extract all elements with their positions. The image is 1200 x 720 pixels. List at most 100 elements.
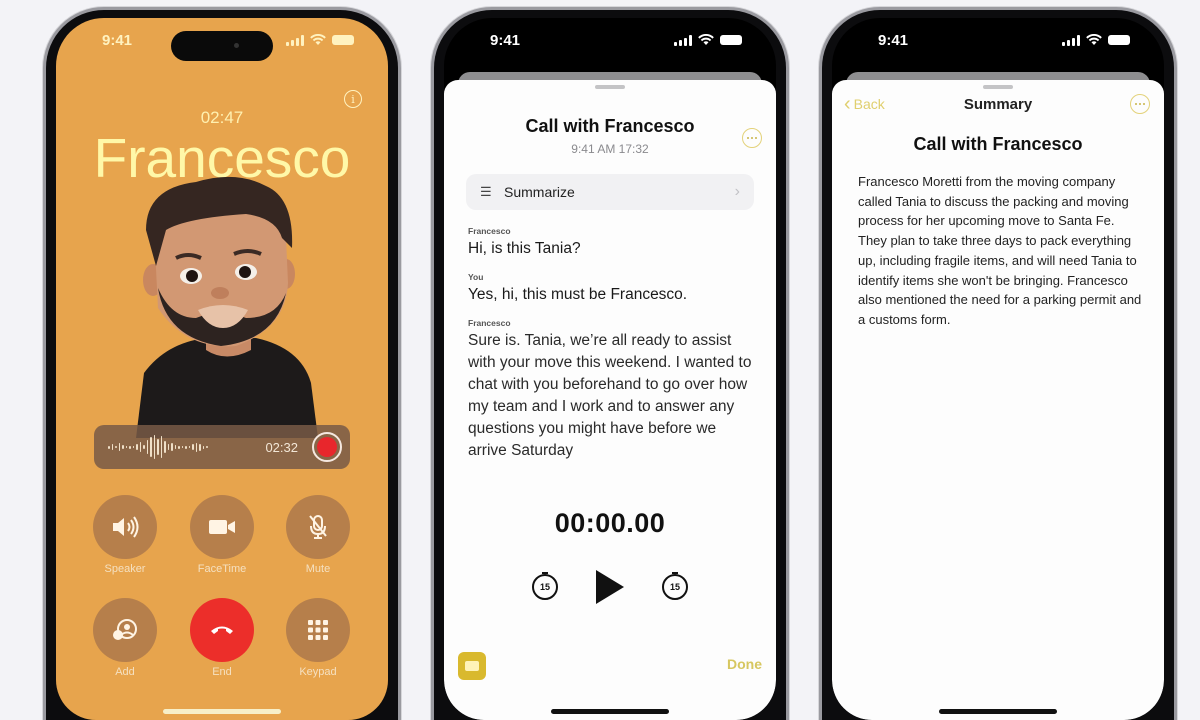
battery-icon	[332, 35, 354, 45]
speech-bubble-icon	[465, 661, 479, 671]
home-indicator[interactable]	[551, 709, 669, 714]
status-icons	[286, 34, 354, 46]
chevron-right-icon: ›	[734, 183, 740, 200]
transcript-entry: Francesco Sure is. Tania, we’re all read…	[468, 318, 758, 462]
mute-label: Mute	[305, 563, 331, 575]
waveform-bar	[129, 445, 131, 449]
end-call-button[interactable]: End	[190, 598, 254, 678]
playback-controls: 15 15	[444, 570, 776, 604]
waveform-bar	[157, 439, 159, 455]
audio-waveform	[108, 432, 265, 462]
waveform-bar	[164, 441, 166, 453]
done-button[interactable]: Done	[727, 656, 762, 672]
message-text: Yes, hi, this must be Francesco.	[468, 286, 688, 303]
waveform-bar	[125, 446, 127, 448]
status-bar: 9:41	[832, 18, 1164, 62]
status-time: 9:41	[878, 31, 909, 49]
contact-memoji-avatar	[136, 176, 318, 438]
stop-recording-button[interactable]	[312, 432, 342, 462]
signal-icon	[1062, 34, 1080, 46]
waveform-bar	[139, 442, 141, 452]
keypad-label: Keypad	[299, 666, 337, 678]
skip-forward-15-button[interactable]: 15	[662, 572, 688, 600]
speaker-label: Speaker	[104, 563, 146, 575]
home-indicator[interactable]	[163, 709, 281, 714]
message-text: Hi, is this Tania?	[468, 240, 581, 257]
add-label: Add	[115, 666, 135, 678]
more-options-button[interactable]	[1130, 94, 1150, 114]
sheet-grabber[interactable]	[595, 85, 625, 89]
summary-text: Francesco Moretti from the moving compan…	[858, 174, 1142, 327]
call-recording-bar: 02:32	[94, 425, 350, 469]
waveform-bar	[206, 446, 208, 448]
facetime-label: FaceTime	[197, 563, 247, 575]
waveform-bar	[185, 445, 187, 449]
transcript-sheet: Call with Francesco 9:41 AM 17:32 ☰ Summ…	[444, 80, 776, 720]
waveform-bar	[136, 444, 138, 450]
record-icon	[317, 437, 337, 457]
mute-button[interactable]: Mute	[286, 495, 350, 575]
signal-icon	[286, 34, 304, 46]
waveform-bar	[178, 445, 180, 449]
summarize-label: Summarize	[504, 184, 575, 200]
status-time: 9:41	[102, 31, 133, 49]
waveform-bar	[167, 444, 169, 450]
nav-title: Summary	[963, 96, 1033, 113]
wifi-icon	[310, 34, 326, 45]
info-icon[interactable]: i	[344, 90, 362, 108]
waveform-bar	[171, 443, 173, 451]
phone-transcript-screen: 9:41 Call with Francesco 9:41 AM 17:32 ☰…	[434, 10, 786, 720]
transcript-list: Francesco Hi, is this Tania? You Yes, hi…	[468, 226, 758, 474]
add-call-button[interactable]: Add	[93, 598, 157, 678]
speaker-name: Francesco	[468, 318, 511, 328]
summary-title: Call with Francesco	[913, 134, 1083, 154]
transcript-screen: 9:41 Call with Francesco 9:41 AM 17:32 ☰…	[444, 18, 776, 720]
video-icon	[209, 520, 235, 534]
message-text: Sure is. Tania, we’re all ready to assis…	[468, 332, 752, 459]
waveform-bar	[160, 436, 162, 458]
waveform-bar	[132, 446, 134, 448]
battery-icon	[720, 35, 742, 45]
speaker-button[interactable]: Speaker	[93, 495, 157, 575]
waveform-bar	[202, 445, 204, 449]
waveform-bar	[118, 443, 120, 451]
home-indicator[interactable]	[939, 709, 1057, 714]
transcript-entry: Francesco Hi, is this Tania?	[468, 226, 758, 260]
waveform-bar	[115, 446, 117, 448]
call-duration: 02:47	[200, 108, 244, 127]
status-icons	[1062, 34, 1130, 46]
waveform-bar	[150, 437, 152, 457]
sheet-grabber[interactable]	[983, 85, 1013, 89]
speaker-icon	[113, 516, 139, 538]
transcript-title: Call with Francesco	[525, 116, 695, 136]
waveform-bar	[122, 445, 124, 449]
waveform-bar	[108, 445, 110, 449]
waveform-bar	[181, 446, 183, 448]
waveform-bar	[192, 444, 194, 450]
status-icons	[674, 34, 742, 46]
waveform-bar	[153, 435, 155, 459]
phone-summary-screen: 9:41 ‹ Back Summary Call with Francesco …	[822, 10, 1174, 720]
summarize-button[interactable]: ☰ Summarize ›	[466, 174, 754, 210]
end-label: End	[212, 666, 232, 678]
skip-back-15-button[interactable]: 15	[532, 572, 558, 600]
transcript-subtitle: 9:41 AM 17:32	[571, 142, 649, 156]
transcript-toggle-button[interactable]	[458, 652, 486, 680]
waveform-bar	[174, 445, 176, 449]
waveform-bar	[146, 440, 148, 454]
transcript-entry: You Yes, hi, this must be Francesco.	[468, 272, 758, 306]
keypad-button[interactable]: Keypad	[286, 598, 350, 678]
playback-timer: 00:00.00	[554, 508, 666, 538]
play-button[interactable]	[596, 570, 624, 604]
more-options-button[interactable]	[742, 128, 762, 148]
status-bar: 9:41	[444, 18, 776, 62]
keypad-icon	[308, 620, 328, 640]
mic-slash-icon	[309, 515, 327, 539]
status-time: 9:41	[490, 31, 521, 49]
facetime-button[interactable]: FaceTime	[190, 495, 254, 575]
end-call-icon	[211, 626, 233, 634]
speaker-name: Francesco	[468, 226, 511, 236]
waveform-bar	[188, 446, 190, 448]
recording-time: 02:32	[265, 439, 298, 455]
call-screen: 9:41 i 02:47 Francesco 02:32 Speaker Fac…	[56, 18, 388, 720]
